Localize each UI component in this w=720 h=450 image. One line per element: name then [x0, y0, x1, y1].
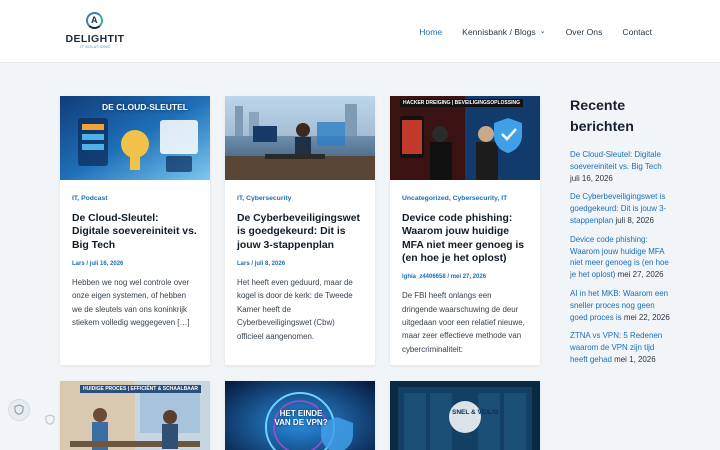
- post-excerpt: De FBI heeft onlangs een dringende waars…: [402, 291, 525, 354]
- recent-post-link[interactable]: De Cloud-Sleutel: Digitale soevereinitei…: [570, 150, 662, 171]
- thumbnail-title: HACKER DREIGING | BEVEILIGINGSOPLOSSING: [400, 99, 523, 107]
- shield-icon: [14, 404, 24, 415]
- site-logo[interactable]: A DELIGHTIT IT SOLUTIONS: [62, 10, 128, 52]
- recent-post-item: ZTNA vs VPN: 5 Redenen waarom de VPN zij…: [570, 330, 670, 366]
- post-card: IT, Cybersecurity De Cyberbeveiligingswe…: [225, 96, 375, 365]
- recent-post-item: De Cyberbeveiligingswet is goedgekeurd: …: [570, 191, 670, 227]
- post-categories[interactable]: IT, Podcast: [72, 194, 198, 203]
- logo-tagline: IT SOLUTIONS: [79, 45, 111, 49]
- post-excerpt: Hebben we nog wel controle over onze eig…: [72, 277, 190, 328]
- logo-name: DELIGHTIT: [65, 33, 125, 45]
- post-thumbnail[interactable]: HUIDIGE PROCES | EFFICIËNT & SCHAALBAAR: [60, 381, 210, 450]
- post-thumbnail[interactable]: HACKER DREIGING | BEVEILIGINGSOPLOSSING: [390, 96, 540, 180]
- recent-post-date: mei 22, 2026: [623, 312, 670, 322]
- post-thumbnail[interactable]: DE CLOUD-SLEUTEL: [60, 96, 210, 180]
- post-thumbnail[interactable]: SNEL & VEILIG: [390, 381, 540, 450]
- post-categories[interactable]: IT, Cybersecurity: [237, 194, 363, 203]
- recent-post-item: AI in het MKB: Waarom een sneller proces…: [570, 288, 670, 324]
- post-card: SNEL & VEILIG: [390, 381, 540, 450]
- post-title[interactable]: Device code phishing: Waarom jouw huidig…: [402, 212, 528, 265]
- logo-icon: A: [84, 10, 106, 32]
- post-excerpt: Het heeft even geduurd, maar de kogel is…: [237, 277, 353, 341]
- thumbnail-title: HET EINDE VAN DE VPN?: [274, 409, 328, 427]
- recent-post-item: Device code phishing: Waarom jouw huidig…: [570, 234, 670, 282]
- post-thumbnail[interactable]: [225, 96, 375, 180]
- privacy-settings-button[interactable]: [8, 399, 30, 421]
- shield-icon: [40, 414, 60, 434]
- thumbnail-title: DE CLOUD-SLEUTEL: [102, 102, 188, 112]
- nav-contact[interactable]: Contact: [622, 26, 652, 38]
- post-card: HACKER DREIGING | BEVEILIGINGSOPLOSSING …: [390, 96, 540, 365]
- main-nav: Home Kennisbank / Blogs ⌄ Over Ons Contac…: [399, 26, 652, 38]
- recent-posts-widget: Recente berichten De Cloud-Sleutel: Digi…: [570, 96, 670, 372]
- thumbnail-title: SNEL & VEILIG: [452, 409, 499, 416]
- recent-post-date: mei 1, 2026: [614, 354, 656, 364]
- site-header: A DELIGHTIT IT SOLUTIONS Home Kennisbank…: [0, 0, 720, 63]
- recent-post-date: juli 8, 2026: [615, 216, 654, 226]
- nav-over-ons[interactable]: Over Ons: [566, 26, 603, 38]
- nav-home[interactable]: Home: [419, 26, 442, 38]
- recent-post-date: mei 27, 2026: [617, 270, 664, 280]
- widget-title: Recente berichten: [570, 98, 634, 135]
- chevron-down-icon: ⌄: [539, 28, 546, 35]
- recent-post-item: De Cloud-Sleutel: Digitale soevereinitei…: [570, 149, 670, 185]
- post-card: HUIDIGE PROCES | EFFICIËNT & SCHAALBAAR: [60, 381, 210, 450]
- post-thumbnail[interactable]: HET EINDE VAN DE VPN?: [225, 381, 375, 450]
- post-meta[interactable]: Lars / juli 8, 2026: [237, 260, 363, 268]
- post-card: HET EINDE VAN DE VPN?: [225, 381, 375, 450]
- post-title[interactable]: De Cloud-Sleutel: Digitale soevereinitei…: [72, 212, 198, 252]
- nav-kennisbank[interactable]: Kennisbank / Blogs ⌄: [462, 26, 545, 38]
- post-categories[interactable]: Uncategorized, Cybersecurity, IT: [402, 194, 528, 203]
- thumbnail-title: HUIDIGE PROCES | EFFICIËNT & SCHAALBAAR: [80, 385, 202, 393]
- recent-post-date: juli 16, 2026: [570, 174, 613, 183]
- post-title[interactable]: De Cyberbeveiligingswet is goedgekeurd: …: [237, 212, 363, 252]
- post-meta[interactable]: Lars / juli 16, 2026: [72, 260, 198, 268]
- post-card: DE CLOUD-SLEUTEL IT, Podcast De Cloud-Sl…: [60, 96, 210, 365]
- post-meta[interactable]: lghia_z4406658 / mei 27, 2026: [402, 273, 528, 281]
